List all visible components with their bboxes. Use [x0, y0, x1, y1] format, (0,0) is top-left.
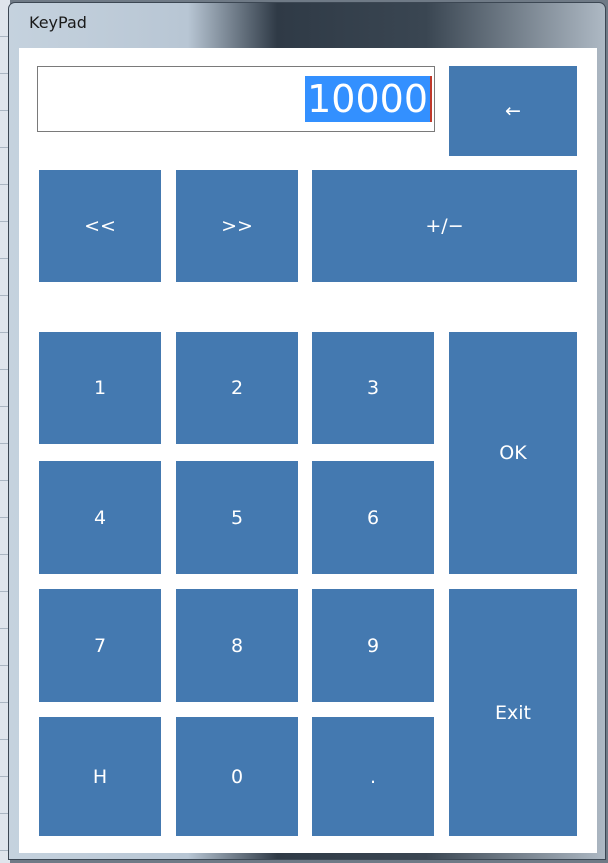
key-9-button[interactable]: 9 [312, 589, 434, 702]
key-1-button[interactable]: 1 [39, 332, 161, 444]
exit-button[interactable]: Exit [449, 589, 577, 836]
sign-toggle-button[interactable]: +/− [312, 170, 577, 282]
key-h-button[interactable]: H [39, 717, 161, 836]
key-7-button[interactable]: 7 [39, 589, 161, 702]
key-0-button[interactable]: 0 [176, 717, 298, 836]
decimal-point-button[interactable]: . [312, 717, 434, 836]
value-display[interactable]: 10000 [37, 66, 435, 132]
keypad-client-area: 10000 ← << >> +/− 1 2 3 OK 4 5 6 7 8 9 E… [19, 48, 597, 853]
keypad-window: KeyPad 10000 ← << >> +/− 1 2 3 OK 4 5 6 … [8, 2, 606, 860]
key-6-button[interactable]: 6 [312, 461, 434, 574]
window-title: KeyPad [29, 13, 87, 32]
key-4-button[interactable]: 4 [39, 461, 161, 574]
cursor-left-button[interactable]: << [39, 170, 161, 282]
title-bar[interactable]: KeyPad [9, 3, 605, 45]
text-caret [430, 76, 432, 122]
key-2-button[interactable]: 2 [176, 332, 298, 444]
key-3-button[interactable]: 3 [312, 332, 434, 444]
ok-button[interactable]: OK [449, 332, 577, 574]
key-5-button[interactable]: 5 [176, 461, 298, 574]
cursor-right-button[interactable]: >> [176, 170, 298, 282]
backspace-button[interactable]: ← [449, 66, 577, 156]
key-8-button[interactable]: 8 [176, 589, 298, 702]
display-value: 10000 [305, 76, 430, 122]
